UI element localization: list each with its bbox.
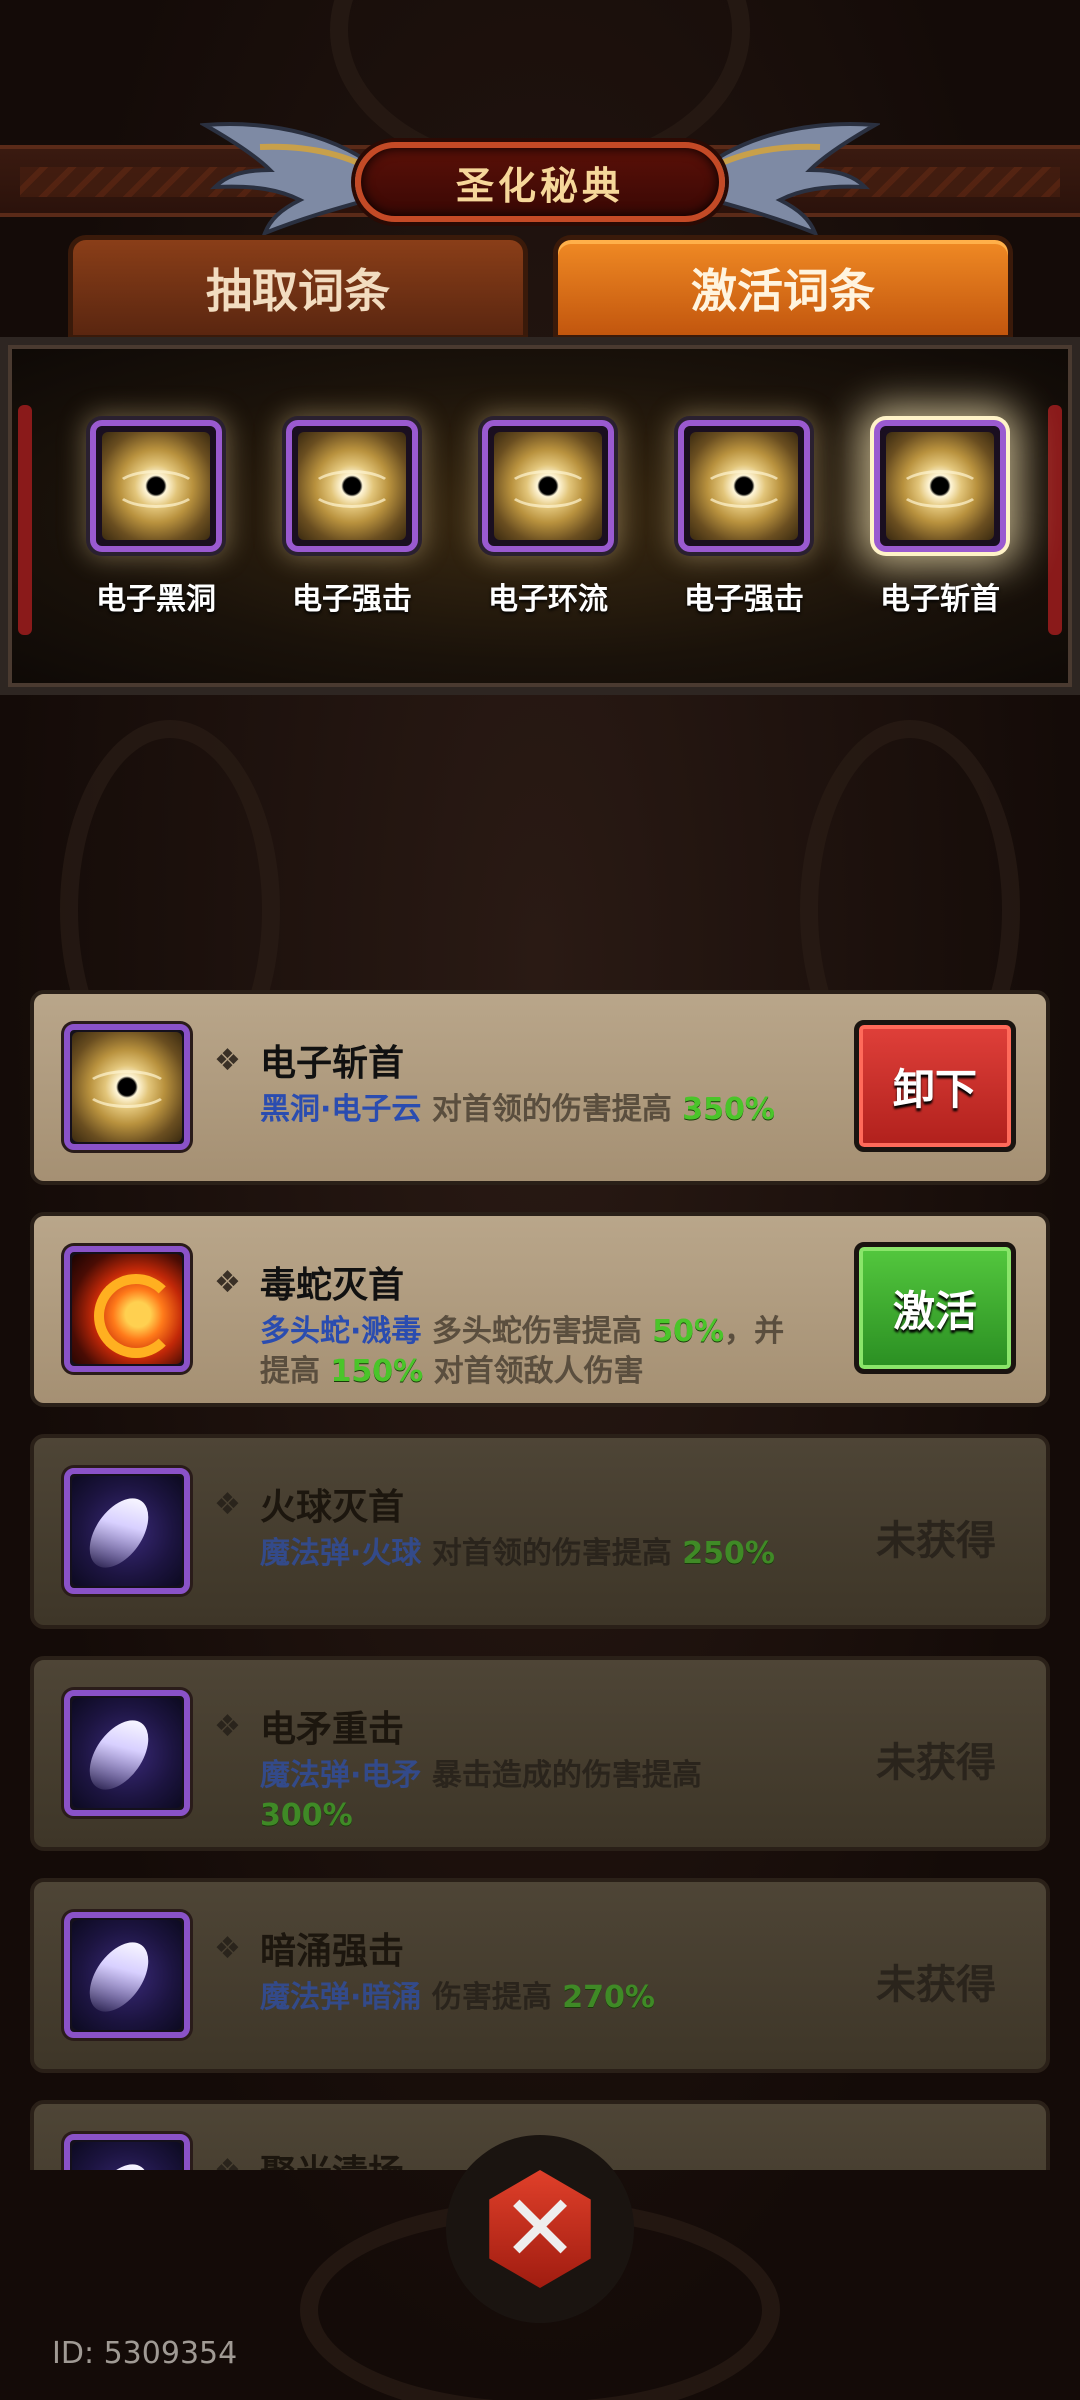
equipped-slot[interactable]: 电子环流 <box>468 420 628 640</box>
diamond-bullet-icon: ❖ <box>214 2156 244 2171</box>
affix-description: 魔法弹·电矛 暴击造成的伤害提高 300% <box>260 1756 780 1836</box>
not-obtained-status: 未获得 <box>876 1962 996 2008</box>
equipped-affix-panel: 电子黑洞 电子强击 电子环流 电子强击 电子斩首 <box>0 337 1080 695</box>
tab-activate-affix[interactable]: 激活词条 <box>553 235 1013 340</box>
activate-button[interactable]: 激活 <box>854 1242 1016 1374</box>
tab-draw-affix[interactable]: 抽取词条 <box>68 235 528 340</box>
affix-icon-frame <box>64 1024 190 1150</box>
slot-label: 电子黑洞 <box>96 582 216 617</box>
affix-icon-frame <box>64 1690 190 1816</box>
close-button[interactable]: ✕ <box>446 2135 634 2323</box>
affix-card: ❖ 毒蛇灭首 多头蛇·溅毒 多头蛇伤害提高 50%，并提高 150% 对首领敌人… <box>30 1212 1050 1407</box>
affix-card-locked: ❖ 暗涌强击 魔法弹·暗涌 伤害提高 270% 未获得 <box>30 1878 1050 2073</box>
affix-name: 电子斩首 <box>260 1043 405 1084</box>
affix-tag: 魔法弹·火球 <box>260 1536 422 1571</box>
panel-right-edge <box>1048 405 1062 635</box>
affix-description: 黑洞·电子云 对首领的伤害提高 350% <box>260 1090 800 1130</box>
affix-card: ❖ 电子斩首 黑洞·电子云 对首领的伤害提高 350% 卸下 <box>30 990 1050 1185</box>
affix-description: 魔法弹·暗涌 伤害提高 270% <box>260 1978 800 2018</box>
affix-list[interactable]: ❖ 电子斩首 黑洞·电子云 对首领的伤害提高 350% 卸下 ❖ 毒蛇灭首 多头… <box>30 990 1050 2170</box>
magic-bolt-icon <box>72 1476 182 1586</box>
slot-frame <box>874 420 1006 552</box>
unload-button[interactable]: 卸下 <box>854 1020 1016 1152</box>
desc-text: 对首领的伤害提高 <box>421 1092 683 1127</box>
desc-value: 350% <box>682 1092 775 1127</box>
desc-value: 50% <box>652 1314 725 1349</box>
affix-name: 火球灭首 <box>260 1487 405 1528</box>
affix-tag: 多头蛇·溅毒 <box>260 1314 422 1349</box>
diamond-bullet-icon: ❖ <box>214 1265 241 1300</box>
black-hole-icon <box>494 432 602 540</box>
affix-icon-frame <box>64 1468 190 1594</box>
desc-value: 150% <box>330 1354 424 1389</box>
desc-text: 暴击造成的伤害提高 <box>421 1758 702 1793</box>
slot-frame <box>286 420 418 552</box>
not-obtained-status: 未获得 <box>876 1518 996 1564</box>
magic-bolt-icon <box>72 2142 182 2170</box>
close-x-icon: ✕ <box>489 2170 591 2288</box>
black-hole-icon <box>102 432 210 540</box>
equipped-slot-selected[interactable]: 电子斩首 <box>860 420 1020 640</box>
slot-frame <box>678 420 810 552</box>
panel-left-edge <box>18 405 32 635</box>
equipped-slot[interactable]: 电子黑洞 <box>76 420 236 640</box>
magic-bolt-icon <box>72 1698 182 1808</box>
fire-dragon-icon <box>72 1254 182 1364</box>
slot-label: 电子强击 <box>292 582 412 617</box>
slot-label: 电子斩首 <box>880 582 1000 617</box>
diamond-bullet-icon: ❖ <box>214 1931 241 1966</box>
equipped-slot[interactable]: 电子强击 <box>664 420 824 640</box>
slot-frame <box>90 420 222 552</box>
slot-label: 电子强击 <box>684 582 804 617</box>
affix-tag: 魔法弹·电矛 <box>260 1758 422 1793</box>
user-id-label: ID: 5309354 <box>52 2336 238 2371</box>
slot-frame <box>482 420 614 552</box>
desc-value: 300% <box>260 1798 353 1833</box>
magic-bolt-icon <box>72 1920 182 2030</box>
black-hole-icon <box>690 432 798 540</box>
desc-text: 对首领的伤害提高 <box>421 1536 683 1571</box>
affix-name: 聚光清场 <box>260 2144 404 2170</box>
affix-name: 电矛重击 <box>260 1709 405 1750</box>
black-hole-icon <box>298 432 406 540</box>
affix-description: 魔法弹·火球 对首领的伤害提高 250% <box>260 1534 800 1574</box>
desc-text: 多头蛇伤害提高 <box>421 1314 653 1349</box>
affix-icon-frame <box>64 2134 190 2170</box>
affix-tag: 黑洞·电子云 <box>260 1092 422 1127</box>
desc-value: 250% <box>682 1536 775 1571</box>
diamond-bullet-icon: ❖ <box>214 1043 241 1078</box>
affix-icon-frame <box>64 1912 190 2038</box>
affix-icon-frame <box>64 1246 190 1372</box>
black-hole-icon <box>886 432 994 540</box>
diamond-bullet-icon: ❖ <box>214 1487 241 1522</box>
desc-value: 270% <box>562 1980 655 2015</box>
not-obtained-status: 未获得 <box>876 1740 996 1786</box>
diamond-bullet-icon: ❖ <box>214 1709 241 1744</box>
desc-text: 对首领敌人伤害 <box>423 1354 644 1389</box>
desc-text: 伤害提高 <box>421 1980 563 2015</box>
equipped-slot[interactable]: 电子强击 <box>272 420 432 640</box>
affix-card-locked: ❖ 火球灭首 魔法弹·火球 对首领的伤害提高 250% 未获得 <box>30 1434 1050 1629</box>
affix-name: 暗涌强击 <box>260 1931 405 1972</box>
slot-label: 电子环流 <box>488 582 608 617</box>
black-hole-icon <box>72 1032 182 1142</box>
affix-name: 毒蛇灭首 <box>260 1265 405 1306</box>
affix-tag: 魔法弹·暗涌 <box>260 1980 422 2015</box>
page-title: 圣化秘典 <box>455 163 624 208</box>
affix-description: 多头蛇·溅毒 多头蛇伤害提高 50%，并提高 150% 对首领敌人伤害 <box>260 1312 800 1392</box>
page-title-plate: 圣化秘典 <box>355 142 725 222</box>
affix-card-locked: ❖ 电矛重击 魔法弹·电矛 暴击造成的伤害提高 300% 未获得 <box>30 1656 1050 1851</box>
